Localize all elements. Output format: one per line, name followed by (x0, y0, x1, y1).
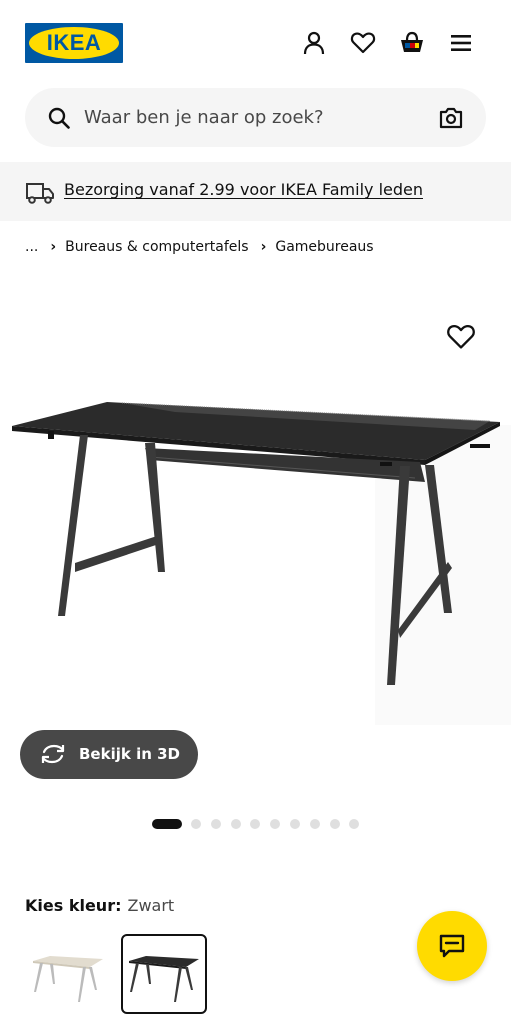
search-input[interactable]: Waar ben je naar op zoek? (84, 88, 324, 147)
profile-icon[interactable] (298, 27, 330, 59)
chat-button[interactable] (417, 911, 487, 981)
breadcrumb: ... › Bureaus & computertafels › Gamebur… (25, 235, 374, 259)
image-pagination (152, 818, 369, 830)
colour-label: Kies kleur: (25, 896, 122, 915)
delivery-banner[interactable]: Bezorging vanaf 2.99 voor IKEA Family le… (0, 162, 511, 221)
heart-icon[interactable] (446, 323, 476, 353)
chevron-right-icon: › (50, 239, 57, 255)
colour-option-black[interactable] (121, 934, 207, 1014)
pagination-dot[interactable] (329, 819, 340, 829)
search-bar[interactable]: Waar ben je naar op zoek? (25, 88, 486, 147)
pagination-dot[interactable] (289, 819, 300, 829)
view-3d-button[interactable]: Bekijk in 3D (20, 730, 198, 779)
colour-value: Zwart (127, 896, 175, 915)
truck-icon (26, 183, 54, 204)
pagination-dot[interactable] (191, 819, 201, 829)
search-icon (48, 107, 70, 129)
rotate-3d-icon (41, 744, 65, 764)
pagination-dot[interactable] (309, 819, 320, 829)
product-image[interactable] (0, 300, 511, 730)
site-header: IKEA (0, 0, 511, 86)
colour-option-beige[interactable] (25, 934, 111, 1014)
pagination-dot[interactable] (349, 819, 360, 829)
logo-text: IKEA (46, 30, 102, 55)
pagination-dot[interactable] (270, 819, 281, 829)
breadcrumb-ellipsis[interactable]: ... (25, 239, 38, 255)
heart-icon[interactable] (347, 27, 379, 59)
colour-selector-heading: Kies kleur: Zwart (25, 893, 174, 919)
basket-icon[interactable] (396, 27, 428, 59)
chevron-right-icon: › (260, 239, 267, 255)
pagination-dot[interactable] (152, 819, 182, 829)
delivery-link[interactable]: Bezorging vanaf 2.99 voor IKEA Family le… (64, 162, 423, 217)
ikea-logo[interactable]: IKEA (25, 23, 123, 63)
breadcrumb-item-bureaus[interactable]: Bureaus & computertafels (65, 239, 248, 255)
camera-icon[interactable] (438, 105, 464, 131)
pagination-dot[interactable] (250, 819, 261, 829)
pagination-dot[interactable] (230, 819, 241, 829)
view-3d-label: Bekijk in 3D (79, 745, 180, 763)
breadcrumb-item-gamebureaus[interactable]: Gamebureaus (275, 239, 373, 255)
menu-icon[interactable] (445, 27, 477, 59)
pagination-dot[interactable] (210, 819, 221, 829)
chat-icon (439, 934, 465, 958)
